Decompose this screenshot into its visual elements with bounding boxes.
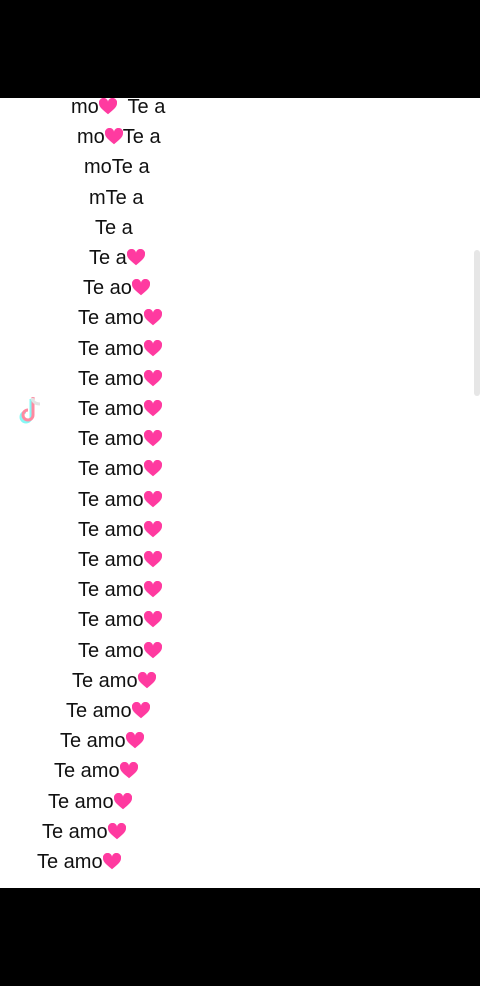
- love-line: Te amo: [48, 787, 132, 817]
- pink-heart-icon: [143, 337, 162, 356]
- love-line: Te amo: [78, 515, 162, 545]
- line-text: Te amo: [66, 700, 132, 722]
- line-text: Te amo: [78, 337, 144, 360]
- love-line: Te amo: [78, 364, 162, 394]
- love-line: Te amo: [42, 817, 126, 847]
- love-line: Te amo: [72, 666, 156, 696]
- pink-heart-icon: [131, 276, 151, 296]
- pink-heart-icon: [143, 397, 162, 417]
- pink-heart-icon: [107, 820, 126, 839]
- pink-heart-icon: [143, 488, 162, 507]
- pink-heart-icon: [119, 759, 138, 779]
- line-text: Te amo: [78, 518, 144, 541]
- line-text-after: Te a: [122, 126, 161, 149]
- line-text: Te amo: [78, 458, 144, 481]
- top-black-bar: [0, 0, 480, 98]
- pink-heart-icon: [137, 669, 156, 688]
- line-text: Te amo: [78, 579, 144, 602]
- tiktok-watermark: [14, 394, 48, 433]
- pink-heart-icon: [143, 578, 162, 598]
- line-text: Te amo: [42, 820, 108, 843]
- love-line: mo Te a: [71, 98, 165, 122]
- line-text-after: Te a: [116, 98, 166, 118]
- love-line: Te amo: [78, 575, 162, 605]
- love-line: Te amo: [78, 605, 162, 635]
- pink-heart-icon: [143, 306, 162, 326]
- love-line: Te a: [95, 213, 133, 243]
- pink-heart-icon: [143, 367, 162, 386]
- bottom-black-bar: [0, 888, 480, 986]
- line-text: Te amo: [78, 398, 144, 420]
- line-text: Te amo: [78, 639, 144, 662]
- pink-heart-icon: [143, 548, 162, 568]
- love-line: Te amo: [78, 636, 162, 666]
- line-text: Te amo: [78, 609, 144, 632]
- line-text: moTe a: [84, 156, 150, 179]
- line-text: Te a: [95, 216, 133, 239]
- love-line: Te amo: [78, 454, 162, 484]
- love-line: Te amo: [78, 545, 162, 575]
- pink-heart-icon: [143, 608, 162, 628]
- pink-heart-icon: [126, 246, 145, 266]
- love-line: moTe a: [84, 152, 150, 182]
- pink-heart-icon: [143, 457, 162, 477]
- pink-heart-icon: [125, 729, 144, 749]
- tiktok-logo-icon: [19, 397, 41, 424]
- line-text: Te amo: [78, 549, 144, 571]
- love-line: mo Te a: [77, 122, 161, 152]
- line-text: Te ao: [83, 277, 132, 300]
- love-line: Te ao: [83, 273, 151, 303]
- scrollbar-thumb[interactable]: [474, 250, 480, 396]
- line-text: Te amo: [78, 367, 144, 390]
- line-text: Te amo: [78, 307, 144, 330]
- love-line: mTe a: [89, 183, 143, 213]
- line-text: mo: [77, 126, 105, 149]
- text-content-area: mo Te a mo Te a moTe a mTe a Te a Te a Te ao Te …: [0, 98, 480, 888]
- love-line: Te amo: [78, 303, 162, 333]
- line-text: mo: [71, 98, 99, 118]
- line-text: Te amo: [72, 669, 138, 692]
- line-text: Te amo: [54, 760, 120, 783]
- pink-heart-icon: [143, 427, 162, 447]
- love-line: Te a: [89, 243, 145, 273]
- love-line: Te amo: [37, 847, 121, 877]
- pink-heart-icon: [143, 518, 162, 537]
- love-line: Te amo: [78, 485, 162, 515]
- love-line: Te amo: [78, 424, 162, 454]
- love-line: Te amo: [60, 726, 144, 756]
- line-text: Te amo: [37, 851, 103, 873]
- line-text: Te amo: [48, 790, 114, 813]
- line-text: Te a: [89, 247, 127, 269]
- line-text: Te amo: [78, 488, 144, 511]
- pink-heart-icon: [104, 125, 123, 145]
- pink-heart-icon: [102, 850, 121, 870]
- love-line: Te amo: [78, 394, 162, 424]
- line-text: Te amo: [60, 730, 126, 753]
- pink-heart-icon: [143, 639, 162, 658]
- line-text: mTe a: [89, 186, 144, 209]
- pink-heart-icon: [98, 98, 117, 115]
- love-line: Te amo: [78, 334, 162, 364]
- love-line: Te amo: [54, 756, 138, 786]
- line-text: Te amo: [78, 428, 144, 451]
- pink-heart-icon: [113, 790, 132, 809]
- love-line: Te amo: [66, 696, 150, 726]
- pink-heart-icon: [131, 699, 150, 719]
